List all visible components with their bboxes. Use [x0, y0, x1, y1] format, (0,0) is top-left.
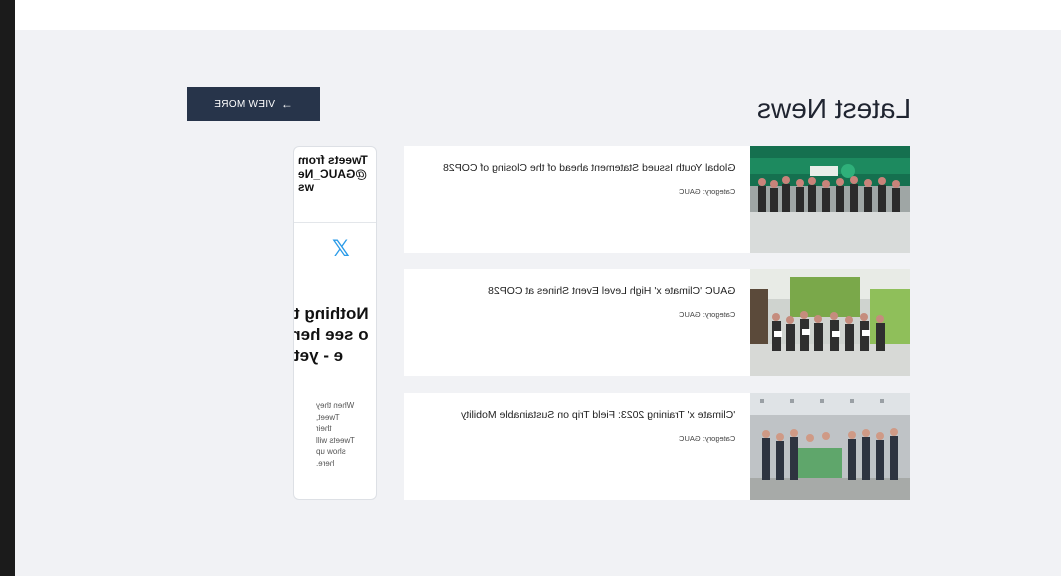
news-title-link[interactable]: GAUC 'Climate x' High Level Event Shines… [415, 284, 735, 298]
arrow-left-icon: ← [280, 97, 294, 111]
news-title-link[interactable]: 'Climate x' Training 2023: Field Trip on… [415, 408, 735, 422]
x-logo-icon[interactable]: 𝕏 [332, 239, 352, 261]
news-card[interactable]: 'Climate x' Training 2023: Field Trip on… [404, 393, 910, 500]
latest-news-section: VIEW MORE ← Latest News Global Youth Iss… [15, 30, 1061, 576]
news-title-link[interactable]: Global Youth Issued Statement ahead of t… [415, 161, 735, 175]
empty-state-subtitle: When they Tweet, their Tweets will show … [316, 401, 355, 468]
window-edge [0, 0, 15, 576]
section-title: Latest News [756, 93, 911, 124]
news-card[interactable]: Global Youth Issued Statement ahead of t… [404, 146, 910, 253]
news-category: Category: GAUC [678, 310, 735, 319]
news-thumbnail[interactable] [750, 146, 910, 253]
timeline-header[interactable]: Tweets from @GAUC_News [294, 147, 376, 223]
top-header-band [15, 0, 1061, 30]
news-thumbnail[interactable] [750, 393, 910, 500]
news-category: Category: GAUC [678, 434, 735, 443]
empty-state-title: Nothing to see here - yet [294, 304, 369, 365]
view-more-label: VIEW MORE [213, 98, 275, 110]
twitter-timeline-widget[interactable]: Tweets from @GAUC_News 𝕏 Nothing to see … [293, 146, 377, 500]
news-thumbnail[interactable] [750, 269, 910, 376]
view-more-button[interactable]: VIEW MORE ← [187, 87, 320, 121]
news-card[interactable]: GAUC 'Climate x' High Level Event Shines… [404, 269, 910, 376]
news-category: Category: GAUC [678, 187, 735, 196]
